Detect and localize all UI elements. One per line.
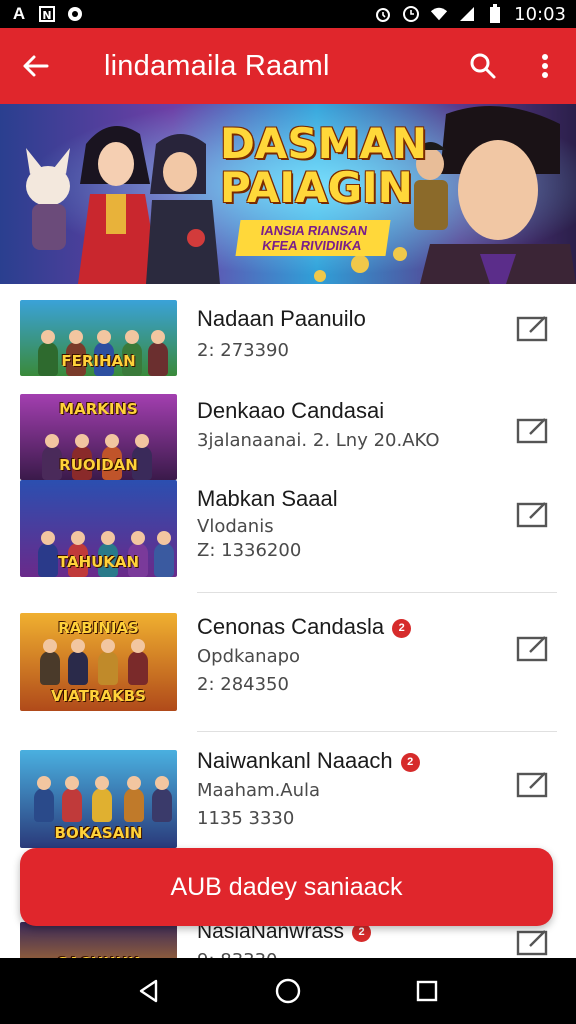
item-title: Denkaao Candasai <box>197 398 385 423</box>
thumbnail-caption: TAHUKAN <box>57 553 140 571</box>
divider <box>197 592 557 593</box>
add-button[interactable]: AUB dadey saniaack <box>20 848 553 926</box>
notification-badge: 2 <box>400 753 420 772</box>
item-title: Mabkan Saaal <box>197 486 338 511</box>
item-thumbnail: BOKASAIN <box>20 750 177 848</box>
item-meta: 3jalanaanai. 2. Lny 20.AKO <box>197 430 440 451</box>
item-title: Cenonas Candasla 2 <box>197 614 412 640</box>
item-meta: Z: 1336200 <box>197 540 302 561</box>
status-bar: A N 10:03 <box>0 0 576 28</box>
item-thumbnail: RABINIAS VIATRAKBS <box>20 613 177 711</box>
item-meta: 2: 273390 <box>197 340 289 361</box>
app-bar: lindamaila Raaml <box>0 28 576 104</box>
circle-icon <box>66 5 84 23</box>
more-options-button[interactable] <box>514 28 576 104</box>
banner-subtitle: IANSIA RIANSAN KFEA RIVIDIIKA <box>235 220 391 256</box>
notification-badge: 2 <box>392 619 412 638</box>
list-item[interactable]: FERIHAN Nadaan Paanuilo 2: 273390 <box>0 284 576 380</box>
back-button[interactable] <box>0 28 70 104</box>
navigation-bar <box>0 958 576 1024</box>
item-thumbnail: MARKINS RUOIDAN <box>20 394 177 480</box>
list-item[interactable]: TAHUKAN Mabkan Saaal Vlodanis Z: 1336200 <box>0 480 576 593</box>
status-time: 10:03 <box>514 3 566 25</box>
item-meta: Opdkanapo <box>197 646 301 667</box>
recents-icon <box>416 980 437 1002</box>
edit-icon[interactable] <box>516 314 550 344</box>
search-icon <box>470 53 496 79</box>
thumbnail-caption: FERIHAN <box>61 352 136 370</box>
banner[interactable]: DASMAN PAIAGIN IANSIA RIANSAN KFEA RIVID… <box>0 104 576 284</box>
item-title: Nadaan Paanuilo <box>197 306 366 331</box>
home-icon <box>275 978 301 1004</box>
item-thumbnail: FERIHAN <box>20 300 177 376</box>
banner-title: DASMAN PAIAGIN <box>220 119 428 212</box>
thumbnail-caption: VIATRAKBS <box>51 687 146 705</box>
edit-icon[interactable] <box>516 634 550 664</box>
wifi-icon <box>430 5 448 23</box>
item-meta: 1135 3330 <box>197 808 295 829</box>
thumbnail-caption: RUOIDAN <box>59 456 138 474</box>
edit-icon[interactable] <box>516 416 550 446</box>
list-item[interactable]: RABINIAS VIATRAKBS Cenonas Candasla 2 Opd… <box>0 604 576 732</box>
item-meta: Vlodanis <box>197 516 274 537</box>
item-title-text: Naiwankanl Naaach <box>197 748 393 773</box>
alarm-icon <box>374 5 392 23</box>
more-vert-icon <box>542 54 548 78</box>
nav-home-button[interactable] <box>258 961 318 1021</box>
list-item[interactable]: MARKINS RUOIDAN Denkaao Candasai 3jalana… <box>0 384 576 480</box>
item-meta: 2: 284350 <box>197 674 289 695</box>
n-icon: N <box>38 5 56 23</box>
edit-icon[interactable] <box>516 770 550 800</box>
edit-icon[interactable] <box>516 928 550 958</box>
clock-icon <box>402 5 420 23</box>
thumbnail-caption-top: MARKINS <box>59 400 138 418</box>
arrow-back-icon <box>23 55 49 77</box>
nav-back-button[interactable] <box>119 961 179 1021</box>
thumbnail-caption-top: RABINIAS <box>58 619 139 637</box>
a-icon: A <box>12 4 26 23</box>
n-icon-label: N <box>42 9 51 22</box>
item-meta: Maaham.Aula <box>197 780 321 801</box>
nav-recents-button[interactable] <box>397 961 457 1021</box>
battery-icon <box>486 4 504 23</box>
thumbnail-caption: BOKASAIN <box>54 824 143 842</box>
signal-icon <box>458 5 476 23</box>
item-thumbnail: TAHUKAN <box>20 480 177 577</box>
screen: A N 10:03 lindamaila Raaml DASMAN PAIAGI… <box>0 0 576 1024</box>
back-icon <box>140 979 158 1003</box>
list-item[interactable]: BOKASAIN Naiwankanl Naaach 2 Maaham.Aula … <box>0 740 576 860</box>
item-title: Naiwankanl Naaach 2 <box>197 748 420 774</box>
item-title-text: Cenonas Candasla <box>197 614 385 639</box>
search-button[interactable] <box>452 28 514 104</box>
edit-icon[interactable] <box>516 500 550 530</box>
divider <box>197 731 557 732</box>
page-title: lindamaila Raaml <box>104 49 330 82</box>
